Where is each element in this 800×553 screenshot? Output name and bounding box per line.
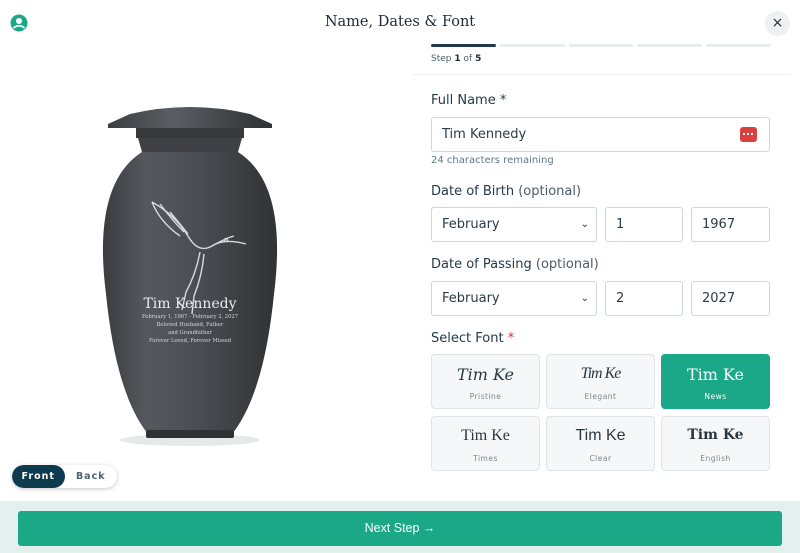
font-option-english[interactable]: Tim Ke English [661, 416, 770, 471]
urn-preview: Tim Kennedy February 1, 1967 - February … [0, 46, 400, 501]
chevron-down-icon: ⌄ [580, 293, 589, 304]
dop-month-select[interactable]: February ⌄ [431, 281, 597, 316]
full-name-input[interactable]: Tim Kennedy [431, 117, 770, 152]
full-name-label: Full Name * [431, 93, 507, 108]
progress-segment [431, 44, 496, 47]
step-indicator: Step 1 of 5 [431, 54, 482, 64]
progress-segment [706, 44, 771, 47]
keyboard-icon[interactable] [740, 127, 757, 142]
close-button[interactable]: × [765, 11, 790, 36]
progress-segment [568, 44, 634, 47]
engraving-line4: Forever Loved, Forever Missed [148, 338, 232, 344]
select-font-label: Select Font * [431, 331, 515, 346]
footer: Next Step → [0, 501, 800, 553]
font-option-news[interactable]: Tim Ke News [661, 354, 770, 409]
progress-segment [637, 44, 703, 47]
urn-image [102, 107, 278, 446]
dop-day-input[interactable]: 2 [605, 281, 683, 316]
chars-remaining: 24 characters remaining [431, 155, 554, 166]
dob-month-select[interactable]: February ⌄ [431, 207, 597, 242]
dop-year-input[interactable]: 2027 [691, 281, 770, 316]
engraving-line2: Beloved Husband, Father [156, 322, 224, 328]
front-back-toggle: Front Back [12, 465, 117, 488]
engraving-dates: February 1, 1967 - February 2, 2027 [141, 314, 238, 320]
back-toggle-button[interactable]: Back [65, 465, 118, 488]
dob-label: Date of Birth (optional) [431, 184, 582, 199]
font-option-times[interactable]: Tim Ke Times [431, 416, 540, 471]
dob-year-input[interactable]: 1967 [691, 207, 770, 242]
divider [412, 74, 790, 75]
engraving-name: Tim Kennedy [143, 296, 237, 312]
font-option-pristine[interactable]: Tim Ke Pristine [431, 354, 540, 409]
chevron-down-icon: ⌄ [580, 219, 589, 230]
font-option-clear[interactable]: Tim Ke Clear [546, 416, 655, 471]
engraving-line3: and Grandfather [168, 330, 212, 336]
next-step-button[interactable]: Next Step → [18, 511, 782, 546]
progress-segment [499, 44, 565, 47]
step-progress-bar [431, 44, 771, 48]
header: Name, Dates & Font × [0, 0, 800, 46]
dop-label: Date of Passing (optional) [431, 257, 599, 272]
front-toggle-button[interactable]: Front [12, 465, 65, 488]
page-title: Name, Dates & Font [324, 14, 476, 30]
font-option-elegant[interactable]: Tim Ke Elegant [546, 354, 655, 409]
dob-day-input[interactable]: 1 [605, 207, 683, 242]
